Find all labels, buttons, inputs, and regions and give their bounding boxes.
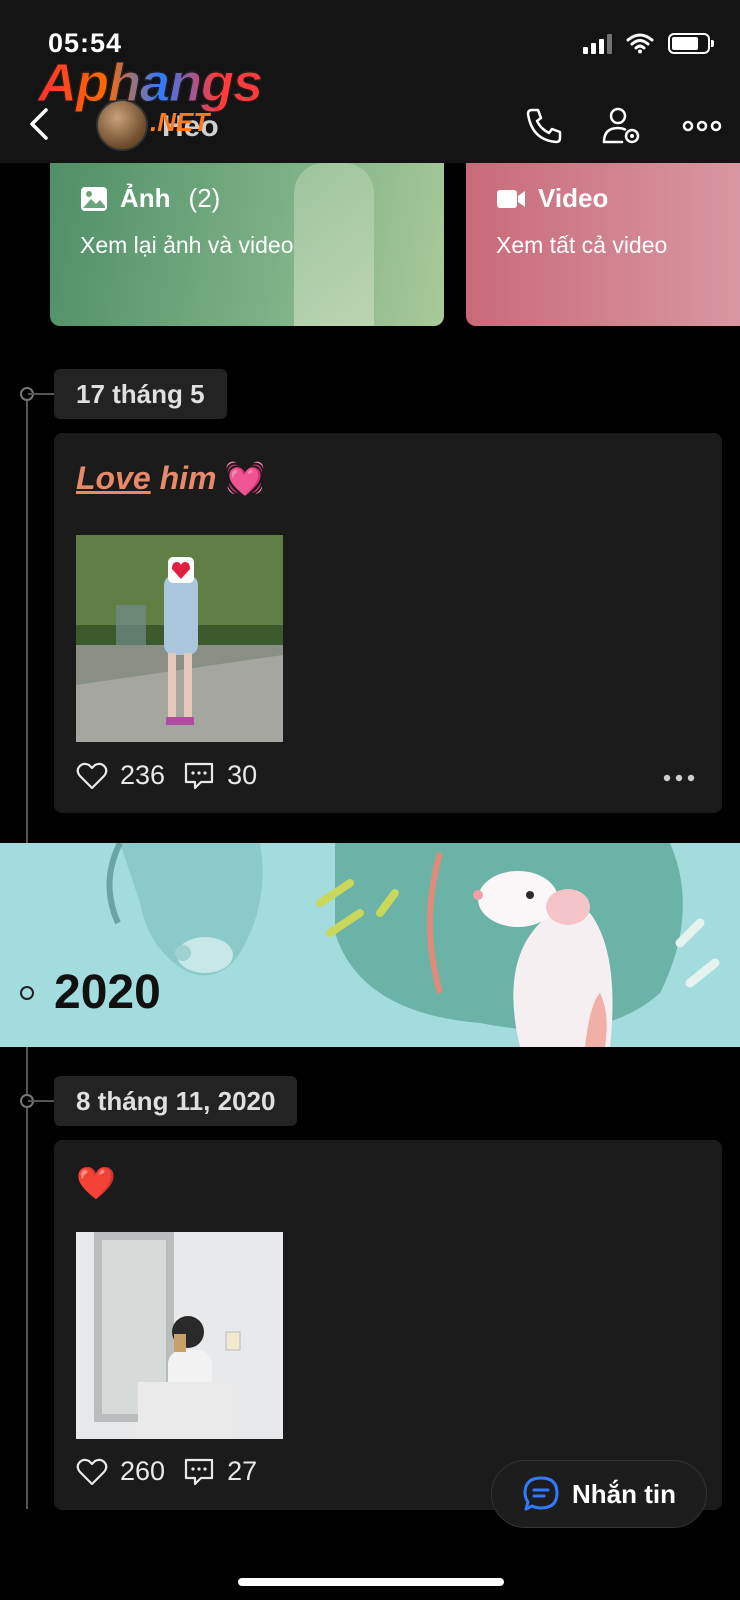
home-indicator[interactable] [238, 1578, 504, 1586]
comment-icon[interactable] [183, 1457, 215, 1487]
comment-count: 27 [227, 1456, 258, 1486]
post-stats: 260 27 [76, 1456, 275, 1487]
user-settings-icon[interactable] [600, 104, 644, 148]
wifi-icon [626, 33, 654, 54]
like-count: 236 [120, 760, 166, 790]
send-message-label: Nhắn tin [572, 1478, 676, 1509]
status-icons [583, 32, 714, 54]
watermark-suffix: .NET [150, 107, 210, 137]
watermark-logo: Aphangs [37, 53, 263, 114]
caption-word: him [159, 460, 217, 496]
photo-image [76, 535, 283, 742]
like-icon[interactable] [76, 761, 108, 791]
post-stats: 236 30 [76, 760, 275, 791]
post-photo[interactable] [76, 535, 283, 742]
video-icon [497, 189, 525, 208]
signal-icon [583, 34, 612, 54]
like-count: 260 [120, 1456, 166, 1486]
timeline-dot [20, 986, 34, 1000]
battery-icon [668, 33, 714, 54]
photos-card[interactable]: Ảnh (2) Xem lại ảnh và video [50, 163, 444, 326]
videos-card[interactable]: Video Xem tất cả video [466, 163, 740, 326]
send-message-button[interactable]: Nhắn tin [491, 1460, 707, 1528]
post-more-icon[interactable] [662, 773, 696, 783]
timeline-connector [28, 393, 54, 395]
comment-icon[interactable] [183, 761, 215, 791]
top-bar: 05:54 Heo Aphangs .NET [0, 0, 740, 163]
caption-word: Love [76, 460, 151, 496]
comment-count: 30 [227, 760, 258, 790]
post-caption: ❤️ [76, 1164, 116, 1202]
photos-title: Ảnh [120, 183, 171, 213]
more-icon[interactable] [680, 104, 724, 148]
image-icon [81, 186, 107, 211]
year-banner: 2020 [0, 843, 740, 1047]
chat-bubble-icon [523, 1476, 559, 1511]
post-caption: Love him 💓 [76, 459, 265, 497]
timeline-connector [28, 1100, 54, 1102]
photo-image [76, 1232, 283, 1439]
photos-subtitle: Xem lại ảnh và video [80, 232, 294, 258]
photos-count: (2) [188, 183, 221, 213]
post-photo[interactable] [76, 1232, 283, 1439]
post-card[interactable]: Love him 💓 236 30 [54, 433, 722, 813]
heart-emoji: 💓 [225, 460, 266, 496]
videos-subtitle: Xem tất cả video [496, 232, 668, 258]
year-label: 2020 [54, 966, 161, 1019]
phone-icon[interactable] [522, 104, 566, 148]
date-chip: 17 tháng 5 [54, 369, 227, 419]
heart-emoji: ❤️ [76, 1165, 116, 1201]
like-icon[interactable] [76, 1457, 108, 1487]
videos-title: Video [538, 183, 609, 213]
post-card[interactable]: ❤️ 260 27 [54, 1140, 722, 1510]
date-chip: 8 tháng 11, 2020 [54, 1076, 298, 1126]
